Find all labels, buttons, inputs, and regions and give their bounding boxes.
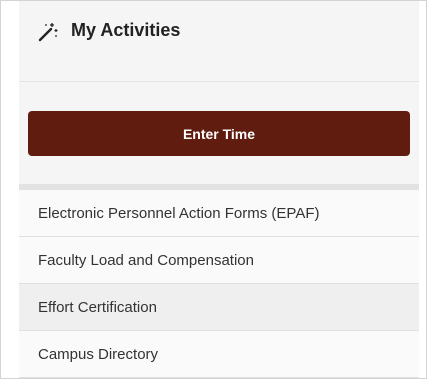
panel-header: My Activities xyxy=(19,1,419,82)
link-campus-directory[interactable]: Campus Directory xyxy=(19,331,419,378)
magic-wand-icon xyxy=(38,23,58,42)
my-activities-panel: My Activities Enter Time Electronic Pers… xyxy=(19,1,419,378)
link-faculty-load[interactable]: Faculty Load and Compensation xyxy=(19,237,419,284)
link-epaf[interactable]: Electronic Personnel Action Forms (EPAF) xyxy=(19,190,419,237)
link-effort-certification[interactable]: Effort Certification xyxy=(19,284,419,331)
activities-frame: My Activities Enter Time Electronic Pers… xyxy=(0,0,427,379)
activities-link-list: Electronic Personnel Action Forms (EPAF)… xyxy=(19,190,419,378)
enter-time-button[interactable]: Enter Time xyxy=(28,111,410,156)
panel-title: My Activities xyxy=(71,20,181,40)
